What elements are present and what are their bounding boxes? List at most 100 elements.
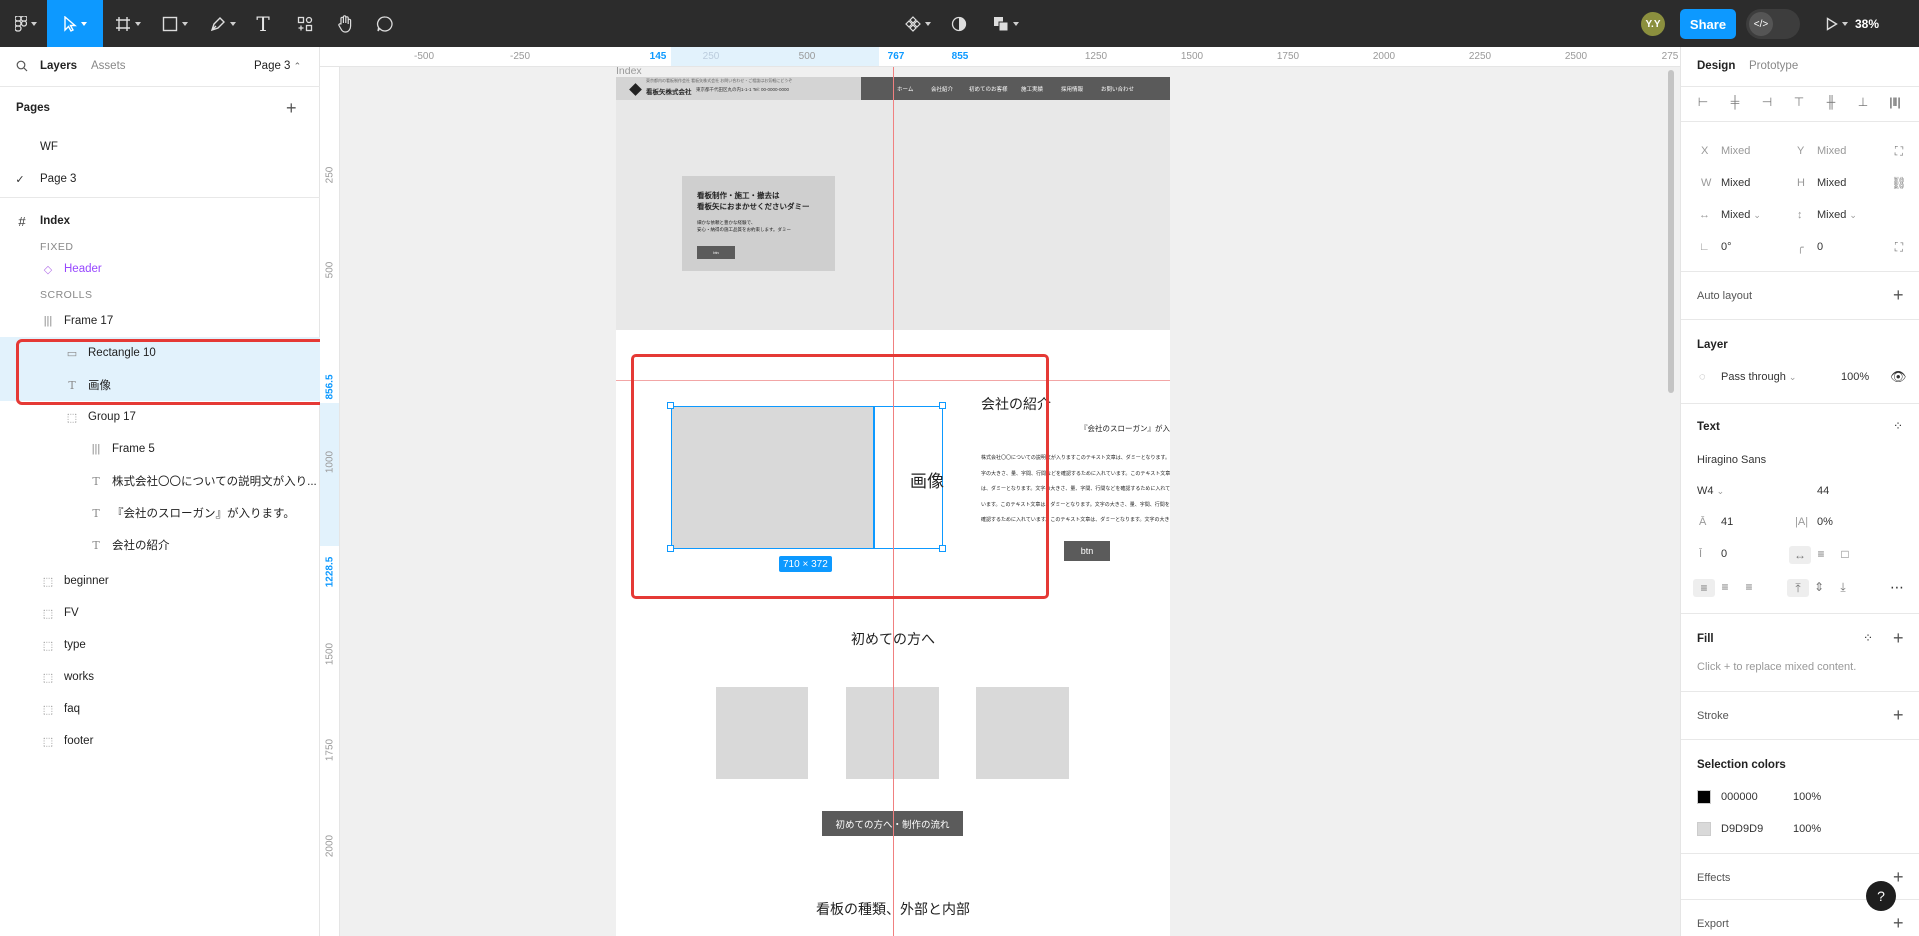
search-layers-icon[interactable] (16, 60, 28, 75)
page-item-page3[interactable]: ✓ Page 3 (0, 163, 320, 195)
text-align-left-icon[interactable]: ≡ (1693, 579, 1715, 597)
nav-item[interactable]: 初めてのお客様 (969, 85, 1008, 93)
canvas[interactable]: Index 東京都内の看板制作会社 看板矢株式会社 お問い合わせ・ご相談はお気軽… (340, 67, 1680, 936)
components-menu-button[interactable] (900, 0, 936, 47)
link-icon[interactable]: ⛓ (1891, 175, 1907, 191)
nav-item[interactable]: 採用情報 (1061, 85, 1083, 93)
nav-item[interactable]: 会社紹介 (931, 85, 953, 93)
dev-mode-toggle[interactable]: </> (1746, 9, 1800, 39)
hand-tool-button[interactable] (330, 0, 360, 47)
align-top-icon[interactable]: ⊤ (1791, 94, 1807, 110)
rotation-field[interactable]: 0° (1721, 241, 1732, 253)
fill-styles-icon[interactable]: ⁘ (1863, 631, 1873, 645)
beginner-card[interactable] (716, 687, 808, 779)
line-height-field[interactable]: 41 (1721, 516, 1733, 528)
nav-item[interactable]: ホーム (897, 85, 913, 93)
frame-tool-button[interactable] (108, 0, 148, 47)
constraints-icon[interactable]: ⛶ (1891, 143, 1907, 159)
move-tool-button[interactable] (47, 0, 103, 47)
text-align-right-icon[interactable]: ≡ (1741, 579, 1757, 595)
nav-item[interactable]: 施工実績 (1021, 85, 1043, 93)
w-field[interactable]: Mixed (1721, 177, 1750, 189)
shape-tool-button[interactable] (155, 0, 195, 47)
share-button[interactable]: Share (1680, 9, 1736, 39)
intro-slogan[interactable]: 『会社のスローガン』が入ります。 (1080, 423, 1170, 434)
boolean-button[interactable] (988, 0, 1024, 47)
align-text-top-icon[interactable]: ⤒ (1787, 579, 1809, 597)
hero-button[interactable]: btn (697, 246, 735, 259)
color-swatch[interactable] (1697, 790, 1711, 804)
letter-spacing-field[interactable]: 0% (1817, 516, 1833, 528)
add-fill-icon[interactable]: + (1893, 629, 1904, 647)
layer-beginner[interactable]: ⬚ beginner (0, 565, 320, 597)
color-opacity[interactable]: 100% (1793, 791, 1821, 803)
zoom-level-button[interactable]: 38% (1855, 0, 1879, 47)
layer-intro-text[interactable]: T 会社の紹介 (0, 529, 320, 561)
text-align-center-icon[interactable]: ≡ (1717, 579, 1733, 595)
layer-frame17[interactable]: ||| Frame 17 (0, 305, 320, 337)
resources-button[interactable] (290, 0, 320, 47)
corner-radius-field[interactable]: 0 (1817, 241, 1823, 253)
pen-tool-button[interactable] (203, 0, 243, 47)
layer-desc-text[interactable]: T 株式会社〇〇についての説明文が入り... (0, 465, 320, 497)
page-item-wf[interactable]: WF (0, 131, 320, 163)
layer-frame5[interactable]: ||| Frame 5 (0, 433, 320, 465)
text-tool-button[interactable]: T (250, 0, 276, 47)
mask-button[interactable] (948, 0, 970, 47)
align-text-middle-icon[interactable]: ⇕ (1811, 579, 1827, 595)
beginner-card[interactable] (976, 687, 1069, 779)
add-export-icon[interactable]: + (1893, 914, 1904, 932)
layer-faq[interactable]: ⬚ faq (0, 693, 320, 725)
canvas-scrollbar[interactable] (1668, 70, 1674, 393)
layer-footer[interactable]: ⬚ footer (0, 725, 320, 757)
add-page-icon[interactable]: + (286, 99, 297, 117)
align-bottom-icon[interactable]: ⊥ (1855, 94, 1871, 110)
blend-mode-dropdown[interactable]: Pass through ⌄ (1721, 371, 1796, 383)
tab-prototype[interactable]: Prototype (1749, 60, 1798, 72)
present-button[interactable] (1822, 0, 1852, 47)
x-field[interactable]: Mixed (1721, 145, 1750, 157)
tab-assets[interactable]: Assets (91, 60, 126, 72)
add-stroke-icon[interactable]: + (1893, 706, 1904, 724)
layer-slogan-text[interactable]: T 『会社のスローガン』が入ります。 (0, 497, 320, 529)
y-field[interactable]: Mixed (1817, 145, 1846, 157)
comment-tool-button[interactable] (370, 0, 400, 47)
layer-works[interactable]: ⬚ works (0, 661, 320, 693)
font-size-field[interactable]: 44 (1817, 485, 1829, 497)
eye-icon[interactable]: 👁 (1890, 369, 1907, 385)
add-effect-icon[interactable]: + (1893, 868, 1904, 886)
h-field[interactable]: Mixed (1817, 177, 1846, 189)
align-left-icon[interactable]: ⊢ (1695, 94, 1711, 110)
horizontal-resizing-dropdown[interactable]: Mixed ⌄ (1721, 209, 1761, 221)
page-switcher[interactable]: Page 3 ⌃ (254, 60, 301, 72)
font-family-field[interactable]: Hiragino Sans (1697, 454, 1766, 466)
tab-layers[interactable]: Layers (40, 60, 77, 72)
text-styles-icon[interactable]: ⁘ (1893, 419, 1903, 433)
help-button[interactable]: ? (1866, 881, 1896, 911)
main-menu-button[interactable] (8, 0, 44, 47)
vertical-resizing-dropdown[interactable]: Mixed ⌄ (1817, 209, 1857, 221)
auto-width-icon[interactable]: ↔ (1789, 546, 1811, 564)
align-center-h-icon[interactable]: ╪ (1727, 94, 1743, 110)
fixed-size-icon[interactable]: □ (1837, 546, 1853, 562)
tab-design[interactable]: Design (1697, 60, 1735, 72)
color-opacity[interactable]: 100% (1793, 823, 1821, 835)
distribute-icon[interactable]: |‖| (1887, 94, 1903, 110)
auto-height-icon[interactable]: ≡ (1813, 546, 1829, 562)
add-auto-layout-icon[interactable]: + (1893, 286, 1904, 304)
nav-item[interactable]: お問い合わせ (1101, 85, 1134, 93)
intro-button[interactable]: btn (1064, 541, 1110, 561)
align-center-v-icon[interactable]: ╫ (1823, 94, 1839, 110)
color-hex[interactable]: 000000 (1721, 791, 1758, 803)
color-hex[interactable]: D9D9D9 (1721, 823, 1763, 835)
independent-corners-icon[interactable]: ⛶ (1891, 239, 1907, 255)
align-text-bottom-icon[interactable]: ⤓ (1835, 579, 1851, 595)
align-right-icon[interactable]: ⊣ (1759, 94, 1775, 110)
layer-group17[interactable]: ⬚ Group 17 (0, 401, 320, 433)
frame-name-label[interactable]: Index (616, 67, 642, 77)
layer-fv[interactable]: ⬚ FV (0, 597, 320, 629)
color-swatch[interactable] (1697, 822, 1711, 836)
avatar[interactable]: Y.Y (1641, 12, 1665, 36)
opacity-field[interactable]: 100% (1841, 371, 1869, 383)
paragraph-spacing-field[interactable]: 0 (1721, 548, 1727, 560)
